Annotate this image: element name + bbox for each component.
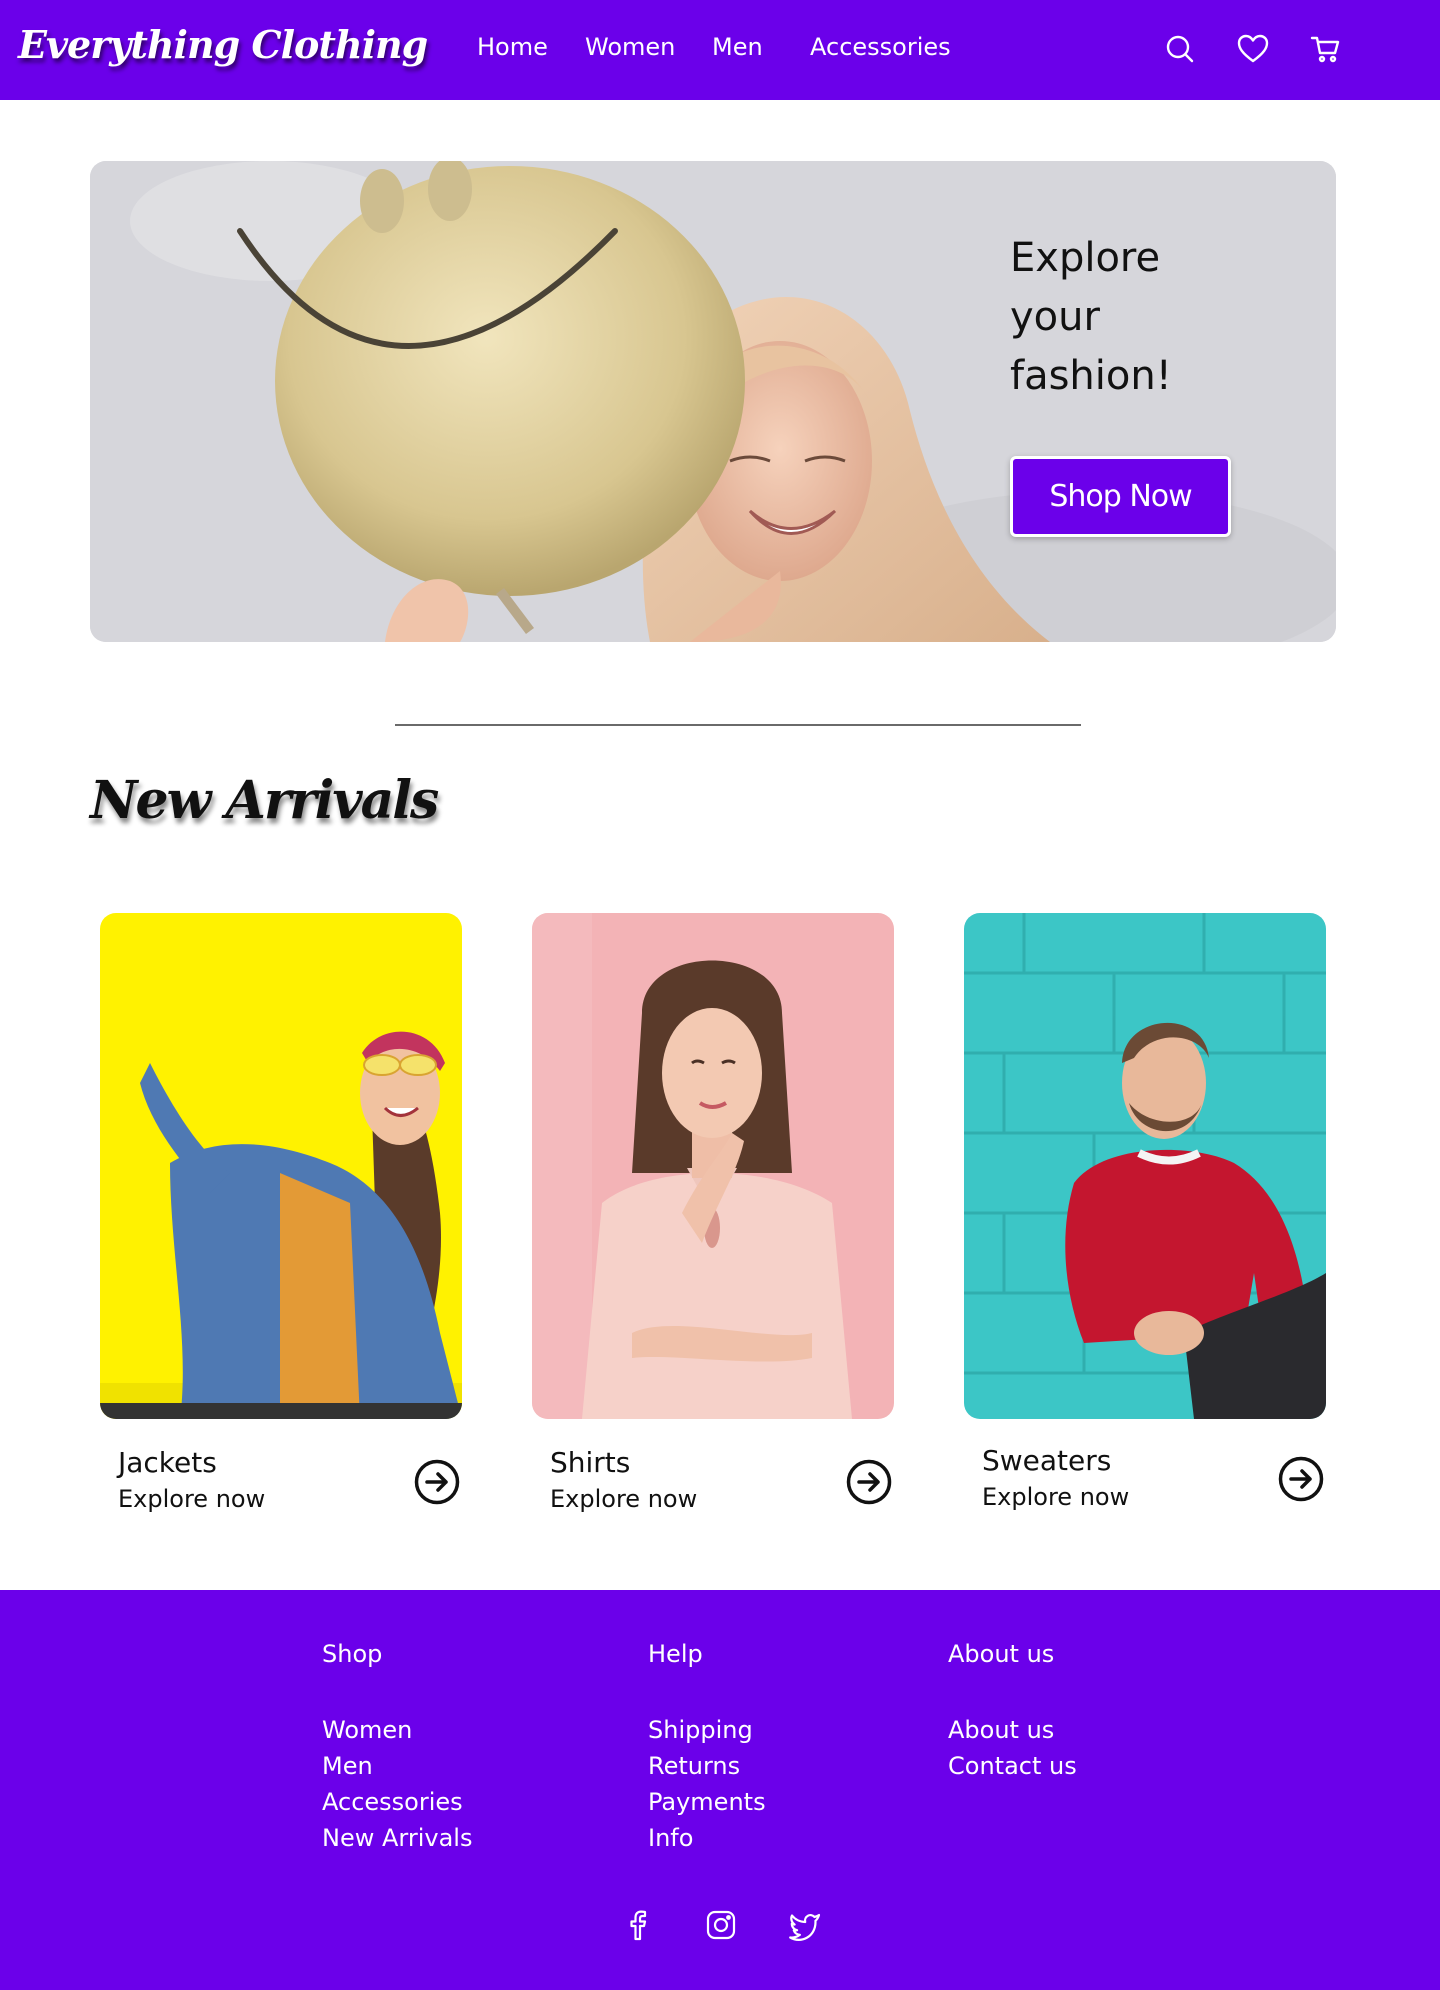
footer-link-info[interactable]: Info [648, 1820, 766, 1856]
instagram-icon[interactable] [704, 1908, 738, 1942]
footer-column-help: Help Shipping Returns Payments Info [648, 1640, 766, 1856]
card-subtitle[interactable]: Explore now [982, 1483, 1129, 1511]
shop-now-button[interactable]: Shop Now [1010, 456, 1231, 537]
product-card-jackets[interactable]: Jackets Explore now [100, 913, 462, 1513]
nav-accessories[interactable]: Accessories [810, 33, 951, 61]
card-subtitle[interactable]: Explore now [118, 1485, 265, 1513]
footer-link-accessories[interactable]: Accessories [322, 1784, 472, 1820]
hero-title-line: fashion! [1010, 353, 1172, 399]
twitter-icon[interactable] [788, 1908, 822, 1942]
section-divider [395, 724, 1081, 726]
card-title: Sweaters [982, 1444, 1112, 1477]
card-image[interactable] [532, 913, 894, 1419]
cart-icon[interactable] [1309, 32, 1343, 66]
product-card-shirts[interactable]: Shirts Explore now [532, 913, 894, 1513]
hero-title: Explore your fashion! [1010, 229, 1230, 406]
heart-icon[interactable] [1236, 32, 1270, 66]
nav-men[interactable]: Men [712, 33, 763, 61]
footer-link-list: Women Men Accessories New Arrivals [322, 1712, 472, 1856]
footer-link-men[interactable]: Men [322, 1748, 472, 1784]
site-logo[interactable]: Everything Clothing [18, 22, 428, 67]
hero-title-line: Explore [1010, 235, 1161, 281]
new-arrivals-heading: New Arrivals [90, 770, 439, 831]
footer-link-shipping[interactable]: Shipping [648, 1712, 766, 1748]
footer-link-women[interactable]: Women [322, 1712, 472, 1748]
site-header: Everything Clothing Home Women Men Acces… [0, 0, 1440, 100]
arrow-right-circle-icon[interactable] [845, 1458, 893, 1506]
footer-link-about-us[interactable]: About us [948, 1712, 1077, 1748]
card-subtitle[interactable]: Explore now [550, 1485, 697, 1513]
nav-women[interactable]: Women [585, 33, 675, 61]
arrow-right-circle-icon[interactable] [1277, 1455, 1325, 1503]
nav-home[interactable]: Home [477, 33, 548, 61]
footer-link-list: About us Contact us [948, 1712, 1077, 1784]
hero-banner: Explore your fashion! Shop Now [90, 161, 1336, 642]
card-image[interactable] [100, 913, 462, 1419]
card-title: Shirts [550, 1446, 631, 1479]
hero-title-line: your [1010, 294, 1100, 340]
card-title: Jackets [118, 1446, 217, 1479]
footer-link-returns[interactable]: Returns [648, 1748, 766, 1784]
footer-heading: Help [648, 1640, 703, 1668]
site-footer: Shop Women Men Accessories New Arrivals … [0, 1590, 1440, 1990]
footer-link-contact-us[interactable]: Contact us [948, 1748, 1077, 1784]
arrow-right-circle-icon[interactable] [413, 1458, 461, 1506]
facebook-icon[interactable] [621, 1908, 655, 1942]
footer-link-payments[interactable]: Payments [648, 1784, 766, 1820]
card-image[interactable] [964, 913, 1326, 1419]
search-icon[interactable] [1163, 32, 1197, 66]
footer-heading: About us [948, 1640, 1055, 1668]
footer-heading: Shop [322, 1640, 383, 1668]
footer-column-shop: Shop Women Men Accessories New Arrivals [322, 1640, 472, 1856]
product-card-sweaters[interactable]: Sweaters Explore now [964, 913, 1326, 1513]
footer-link-new-arrivals[interactable]: New Arrivals [322, 1820, 472, 1856]
footer-column-about: About us About us Contact us [948, 1640, 1077, 1784]
footer-link-list: Shipping Returns Payments Info [648, 1712, 766, 1856]
